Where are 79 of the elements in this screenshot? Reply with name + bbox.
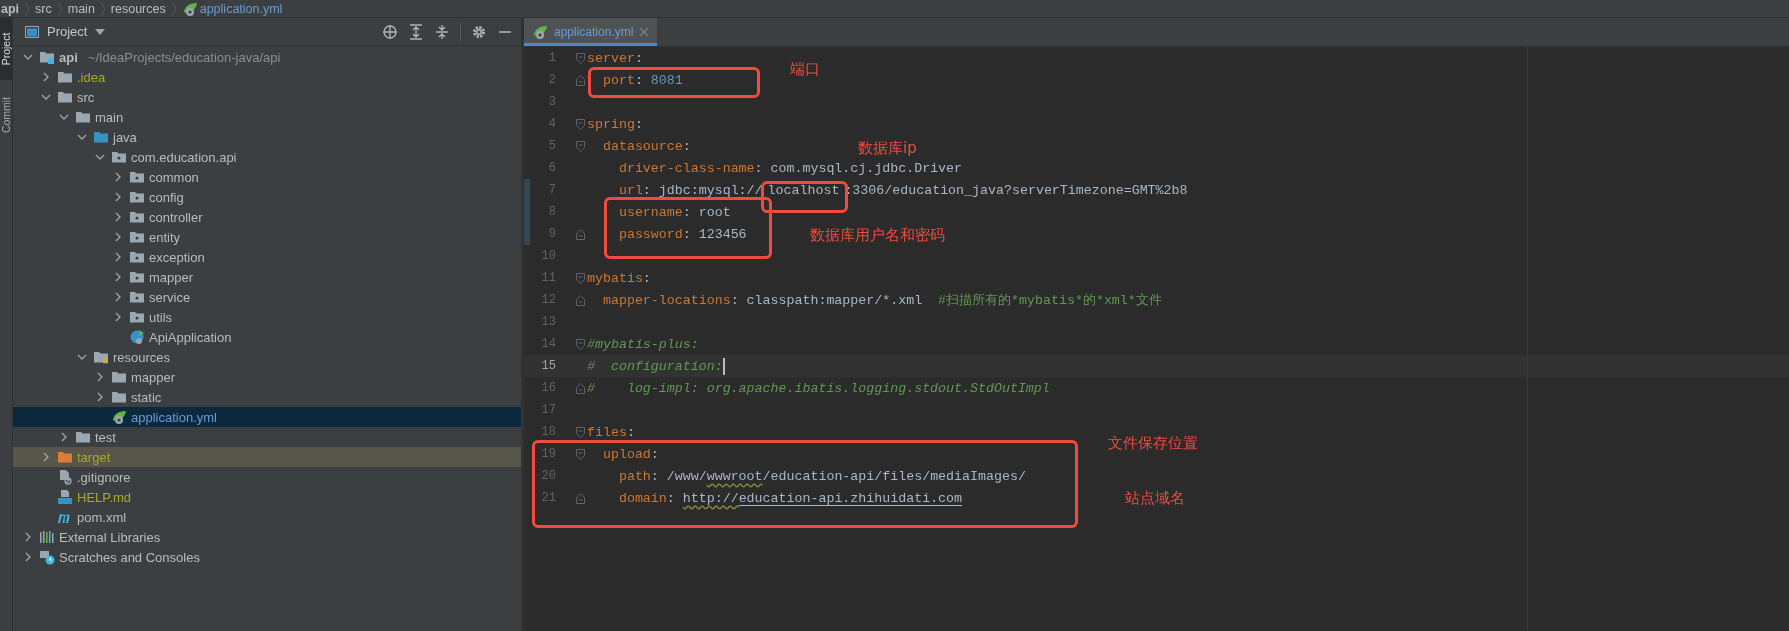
line-number: 21	[540, 491, 556, 505]
breadcrumb-item[interactable]: application.yml	[181, 0, 283, 17]
annotation-label: 数据库用户名和密码	[810, 226, 945, 245]
line-number: 5	[547, 139, 556, 153]
tree-label: HELP.md	[77, 489, 131, 505]
annotation-label: 端口	[790, 60, 820, 79]
tree-item[interactable]: test	[13, 427, 521, 447]
code-line: upload:	[601, 446, 659, 462]
tree-item[interactable]: api ~/IdeaProjects/education-java/api	[13, 47, 521, 67]
code-line: mybatis:	[587, 270, 651, 286]
tree-item[interactable]: service	[13, 287, 521, 307]
code-line: username: root	[617, 204, 731, 220]
tree-item[interactable]: src	[13, 87, 521, 107]
tree-item[interactable]: config	[13, 187, 521, 207]
tree-item[interactable]: common	[13, 167, 521, 187]
tool-window-tab[interactable]: Commit	[0, 84, 12, 146]
breadcrumb-item[interactable]: main	[67, 1, 95, 16]
tree-item[interactable]: entity	[13, 227, 521, 247]
tree-item[interactable]: .gitignore	[13, 467, 521, 487]
tree-item[interactable]: application.yml	[13, 407, 521, 427]
line-number: 15	[540, 359, 556, 373]
line-number: 13	[540, 315, 556, 329]
tree-item[interactable]: pom.xml	[13, 507, 521, 527]
code-line: mapper-locations: classpath:mapper/*.xml #扫描所有的*mybatis*的*xml*文件	[601, 292, 1162, 309]
code-line: server:	[587, 50, 643, 66]
code-line: #mybatis-plus:	[587, 336, 699, 352]
line-number: 3	[547, 95, 556, 109]
line-number: 16	[540, 381, 556, 395]
tree-item[interactable]: main	[13, 107, 521, 127]
tree-item[interactable]: exception	[13, 247, 521, 267]
code-line: spring:	[587, 116, 643, 132]
tree-item[interactable]: mapper	[13, 267, 521, 287]
line-number: 18	[540, 425, 556, 439]
line-number: 2	[547, 73, 556, 87]
line-number: 1	[547, 51, 556, 65]
tree-item[interactable]: ApiApplication	[13, 327, 521, 347]
tree-item[interactable]: mapper	[13, 367, 521, 387]
tree-item[interactable]: target	[13, 447, 521, 467]
tree-item[interactable]: External Libraries	[13, 527, 521, 547]
code-line: # log-impl: org.apache.ibatis.logging.stdout.StdOutImpl	[587, 380, 1050, 396]
tree-item[interactable]: resources	[13, 347, 521, 367]
code-line: files:	[587, 424, 635, 440]
tree-item[interactable]: utils	[13, 307, 521, 327]
annotation-label: 站点域名	[1125, 489, 1185, 508]
line-number: 12	[540, 293, 556, 307]
line-number: 4	[547, 117, 556, 131]
breadcrumb-item[interactable]: resources	[110, 1, 166, 16]
tool-window-tab[interactable]: Project	[0, 18, 12, 80]
code-line: password: 123456	[617, 226, 747, 242]
tree-item[interactable]: HELP.md	[13, 487, 521, 507]
line-number: 7	[547, 183, 556, 197]
line-number: 20	[540, 469, 556, 483]
line-number: 19	[540, 447, 556, 461]
line-number: 9	[547, 227, 556, 241]
code-line: # configuration:	[587, 358, 723, 374]
breadcrumb-item[interactable]: src	[35, 1, 52, 16]
breadcrumb-item[interactable]: api	[1, 1, 20, 16]
annotation-label: 数据库ip	[858, 139, 917, 158]
code-line: domain: http://education-api.zhihuidati.com	[617, 490, 963, 506]
line-number: 6	[547, 161, 556, 175]
tree-item[interactable]: Scratches and Consoles	[13, 547, 521, 567]
line-number: 14	[540, 337, 556, 351]
tree-item[interactable]: java	[13, 127, 521, 147]
tree-item[interactable]: controller	[13, 207, 521, 227]
line-number: 10	[540, 249, 556, 263]
code-line: datasource:	[601, 138, 691, 154]
code-line: driver-class-name: com.mysql.cj.jdbc.Driver	[617, 160, 963, 176]
line-number: 11	[540, 271, 556, 285]
code-line: path: /www/wwwroot/education-api/files/mediaImages/	[617, 468, 1026, 484]
tree-label: target	[77, 449, 111, 465]
tree-item[interactable]: .idea	[13, 67, 521, 87]
tree-item[interactable]: com.education.api	[13, 147, 521, 167]
annotation-label: 文件保存位置	[1108, 434, 1198, 453]
line-number: 8	[547, 205, 556, 219]
line-number: 17	[540, 403, 556, 417]
tree-label: .idea	[77, 69, 106, 85]
tree-item[interactable]: static	[13, 387, 521, 407]
view-dropdown[interactable]: Project	[25, 24, 106, 39]
code-line: port: 8081	[601, 72, 683, 88]
